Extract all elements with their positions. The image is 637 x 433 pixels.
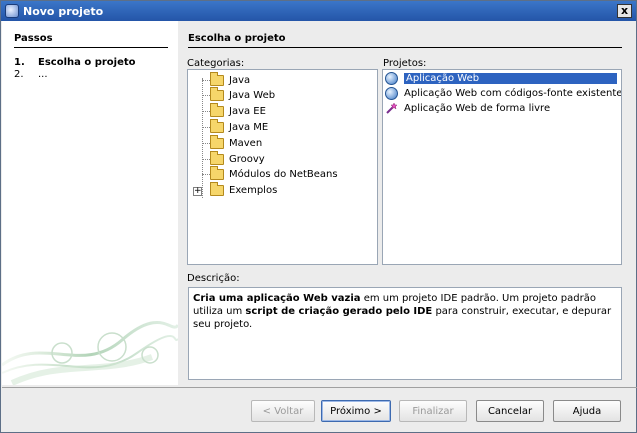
steps-panel: Passos 1. Escolha o projeto 2.... [2,21,178,385]
help-button[interactable]: Ajuda [553,400,621,422]
wand-icon [386,102,398,114]
categories-label: Categorias: [187,58,245,69]
folder-icon [210,182,224,196]
category-examples[interactable]: Exemplos [210,182,277,198]
panel-divider [188,47,622,48]
project-web-application-existing-sources[interactable]: Aplicação Web com códigos-fonte existent… [385,86,621,101]
window-title: Novo projeto [23,4,104,18]
category-netbeans-modules[interactable]: Módulos do NetBeans [210,166,338,182]
folder-icon [210,166,224,180]
folder-icon [210,87,224,101]
projects-label: Projetos: [383,58,427,69]
tree-branch [202,143,210,144]
tree-guide-line [202,78,203,198]
globe-icon [385,72,398,85]
folder-icon [210,72,224,86]
back-button[interactable]: < Voltar [251,400,315,422]
category-java-me[interactable]: Java ME [210,119,268,135]
new-project-dialog: Novo projeto x Passos 1. Escolha o projet… [0,0,637,433]
tree-branch [202,95,210,96]
globe-icon [385,87,398,100]
tree-branch [202,159,210,160]
category-java-web[interactable]: Java Web [210,87,275,103]
footer-divider [2,387,637,388]
folder-icon [210,103,224,117]
next-button[interactable]: Próximo > [321,400,391,422]
description-text: Cria uma aplicação Web vazia em um proje… [188,287,622,380]
category-java-ee[interactable]: Java EE [210,103,266,119]
categories-tree[interactable]: Java Java Web Java EE Java ME Maven Groo… [187,69,378,265]
description-label: Descrição: [187,273,240,284]
projects-list[interactable]: Aplicação Web Aplicação Web com códigos-… [382,69,622,265]
tree-branch [202,127,210,128]
step-item: 1. Escolha o projeto [14,57,136,68]
netbeans-app-icon [5,4,19,18]
project-web-application-free-form[interactable]: Aplicação Web de forma livre [385,101,621,116]
tree-branch [202,111,210,112]
category-java[interactable]: Java [210,72,250,88]
title-bar[interactable]: Novo projeto x [1,1,636,21]
steps-divider [14,47,168,48]
category-maven[interactable]: Maven [210,135,262,151]
steps-title: Passos [14,33,53,44]
step-item: 2.... [14,69,48,80]
cancel-button[interactable]: Cancelar [476,400,544,422]
tree-branch [202,80,210,81]
folder-icon [210,135,224,149]
project-web-application[interactable]: Aplicação Web [385,71,621,86]
decorative-swirl-image [2,320,178,385]
category-groovy[interactable]: Groovy [210,151,265,167]
expand-icon[interactable]: + [193,187,202,196]
folder-icon [210,151,224,165]
tree-branch [202,174,210,175]
panel-title: Escolha o projeto [188,33,286,44]
close-button[interactable]: x [617,4,632,18]
folder-icon [210,119,224,133]
finish-button[interactable]: Finalizar [399,400,467,422]
